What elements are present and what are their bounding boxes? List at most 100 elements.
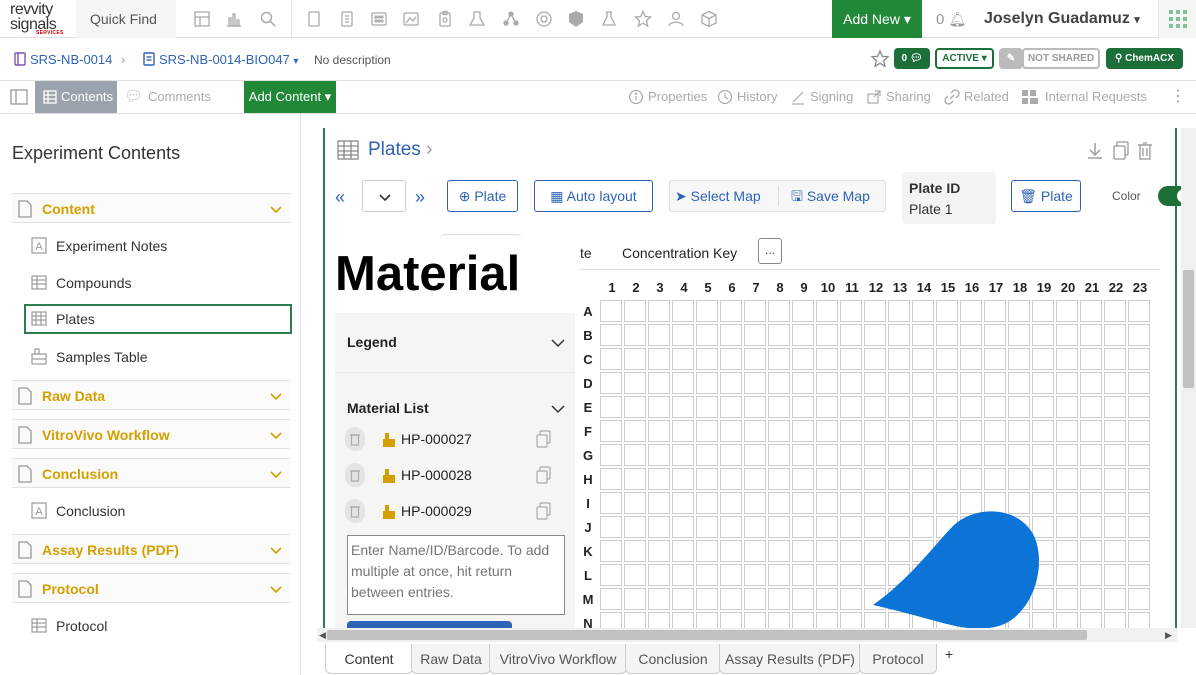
column-header[interactable]: 21 (1080, 280, 1104, 295)
plate-well[interactable] (1128, 492, 1150, 514)
color-toggle[interactable] (1158, 186, 1181, 206)
plate-well[interactable] (1056, 420, 1078, 442)
plate-well[interactable] (1128, 348, 1150, 370)
plate-well[interactable] (624, 516, 646, 538)
plate-well[interactable] (720, 492, 742, 514)
column-header[interactable]: 17 (984, 280, 1008, 295)
plate-well[interactable] (744, 516, 766, 538)
plate-well[interactable] (1128, 516, 1150, 538)
material-id[interactable]: HP-000027 (401, 431, 472, 447)
plate-well[interactable] (696, 492, 718, 514)
plate-well[interactable] (1008, 372, 1030, 394)
last-plate-icon[interactable]: » (415, 188, 433, 206)
plate-well[interactable] (960, 468, 982, 490)
plate-well[interactable] (792, 372, 814, 394)
plate-well[interactable] (600, 516, 622, 538)
plate-well[interactable] (1032, 348, 1054, 370)
related-button[interactable]: Related (944, 81, 1009, 113)
row-header[interactable]: C (580, 352, 596, 367)
column-header[interactable]: 3 (648, 280, 672, 295)
plate-well[interactable] (1128, 324, 1150, 346)
trash-icon[interactable] (345, 463, 365, 487)
star-icon[interactable] (634, 10, 652, 28)
plate-well[interactable] (672, 564, 694, 586)
plate-well[interactable] (984, 372, 1006, 394)
plate-well[interactable] (600, 348, 622, 370)
plate-well[interactable] (696, 588, 718, 610)
plate-well[interactable] (1056, 540, 1078, 562)
plate-well[interactable] (672, 396, 694, 418)
breadcrumb-experiment-link[interactable]: SRS-NB-0014-BIO047 ▾ (159, 52, 298, 67)
bottom-tab-protocol[interactable]: Protocol (859, 644, 937, 674)
column-header[interactable]: 10 (816, 280, 840, 295)
plate-well[interactable] (648, 540, 670, 562)
plate-well[interactable] (936, 300, 958, 322)
plate-well[interactable] (1056, 492, 1078, 514)
plate-well[interactable] (816, 396, 838, 418)
plate-well[interactable] (816, 348, 838, 370)
plate-well[interactable] (1080, 540, 1102, 562)
plate-well[interactable] (816, 468, 838, 490)
plate-well[interactable] (816, 420, 838, 442)
experiment-icon[interactable] (338, 10, 356, 28)
plate-well[interactable] (624, 468, 646, 490)
flask-icon[interactable] (600, 10, 618, 28)
plate-well[interactable] (936, 444, 958, 466)
plate-well[interactable] (816, 324, 838, 346)
column-header[interactable]: 8 (768, 280, 792, 295)
plate-well[interactable] (624, 372, 646, 394)
column-header[interactable]: 9 (792, 280, 816, 295)
plate-well[interactable] (1080, 300, 1102, 322)
plates-title[interactable]: Plates › (368, 139, 432, 161)
plate-well[interactable] (720, 324, 742, 346)
plate-well[interactable] (720, 372, 742, 394)
column-header[interactable]: 6 (720, 280, 744, 295)
plate-well[interactable] (768, 540, 790, 562)
notebook-icon[interactable] (305, 10, 323, 28)
plate-well[interactable] (672, 492, 694, 514)
plate-well[interactable] (1056, 564, 1078, 586)
plate-well[interactable] (648, 564, 670, 586)
plate-well[interactable] (648, 396, 670, 418)
row-header[interactable]: F (580, 424, 596, 439)
plate-well[interactable] (648, 612, 670, 628)
plate-well[interactable] (1128, 468, 1150, 490)
plate-well[interactable] (768, 348, 790, 370)
plate-well[interactable] (792, 516, 814, 538)
legend-accordion[interactable]: Legend (335, 313, 575, 373)
plate-well[interactable] (840, 348, 862, 370)
plate-well[interactable] (1104, 444, 1126, 466)
plate-well[interactable] (744, 324, 766, 346)
plate-well[interactable] (792, 468, 814, 490)
column-header[interactable]: 12 (864, 280, 888, 295)
horizontal-scroll-thumb[interactable] (327, 630, 1087, 640)
select-map-button[interactable]: ➤ Select Map (675, 180, 761, 212)
plate-well[interactable] (888, 348, 910, 370)
plate-well[interactable] (1056, 444, 1078, 466)
pencil-icon[interactable]: ✎ (999, 48, 1023, 69)
plate-well[interactable] (912, 444, 934, 466)
plate-well[interactable] (600, 396, 622, 418)
plate-well[interactable] (1080, 588, 1102, 610)
plate-well[interactable] (696, 540, 718, 562)
copy-icon[interactable] (1112, 141, 1130, 161)
plate-well[interactable] (672, 516, 694, 538)
column-header[interactable]: 23 (1128, 280, 1152, 295)
column-header[interactable]: 5 (696, 280, 720, 295)
plate-well[interactable] (720, 516, 742, 538)
plate-well[interactable] (912, 468, 934, 490)
delete-plate-button[interactable]: 🗑︎ Plate (1011, 180, 1081, 212)
plate-well[interactable] (1080, 516, 1102, 538)
plate-well[interactable] (768, 612, 790, 628)
plate-well[interactable] (600, 420, 622, 442)
plate-well[interactable] (888, 396, 910, 418)
plate-well[interactable] (888, 372, 910, 394)
breadcrumb-notebook-link[interactable]: SRS-NB-0014 (30, 52, 112, 67)
plate-well[interactable] (624, 492, 646, 514)
plate-well[interactable] (744, 420, 766, 442)
plate-well[interactable] (792, 540, 814, 562)
plate-well[interactable] (768, 492, 790, 514)
bottom-tab-assay-results[interactable]: Assay Results (PDF) (719, 644, 861, 674)
plate-well[interactable] (624, 300, 646, 322)
sidebar-section-raw-data[interactable]: Raw Data (12, 380, 290, 410)
